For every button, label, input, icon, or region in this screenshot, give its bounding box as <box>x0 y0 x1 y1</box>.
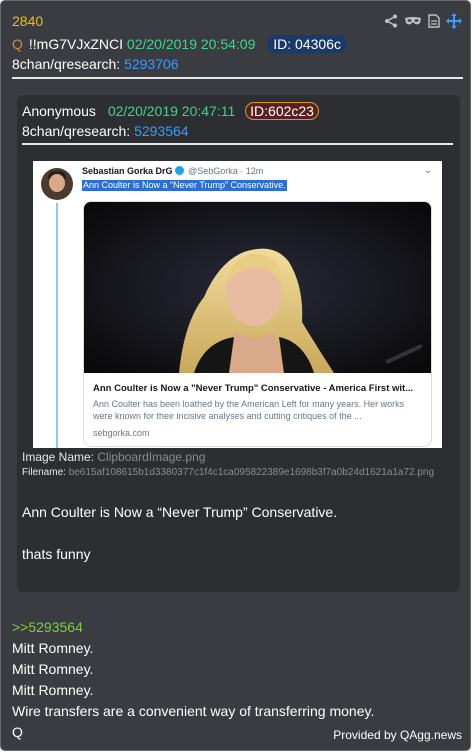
body-line: Mitt Romney. <box>12 661 94 677</box>
card-domain: sebgorka.com <box>93 428 150 438</box>
quoted-author: Anonymous <box>22 103 96 119</box>
file-name: Filename: be615af108615b1d3380377c1f4c1c… <box>22 467 434 478</box>
image-name-value[interactable]: ClipboardImage.png <box>97 450 205 464</box>
card-description: Ann Coulter has been loathed by the Amer… <box>93 399 405 421</box>
post-source: 8chan/qresearch: 5293706 <box>12 56 179 72</box>
quoted-board-name: 8chan/qresearch: <box>22 123 131 139</box>
image-name-label: Image Name: <box>22 450 95 464</box>
provider-credit: Provided by QAgg.news <box>333 728 462 742</box>
tweet-author-name: Sebastian Gorka DrG <box>82 166 173 176</box>
post-meta: Q !!mG7VJxZNCI 02/20/2019 20:54:09 ID: 04… <box>12 35 347 53</box>
filename-value[interactable]: be615af108615b1d3380377c1f4c1ca095822389… <box>69 467 434 478</box>
body-line: Wire transfers are a convenient way of t… <box>12 703 375 719</box>
move-icon[interactable] <box>446 13 462 29</box>
post-toolbar <box>384 13 462 29</box>
card-photo <box>84 202 431 373</box>
body-line: Mitt Romney. <box>12 682 94 698</box>
post-number: 2840 <box>12 13 44 29</box>
body-line: Mitt Romney. <box>12 640 94 656</box>
verified-icon <box>174 166 184 175</box>
quoted-source: 8chan/qresearch: 5293564 <box>22 123 189 139</box>
quoted-divider <box>22 143 453 145</box>
body-line: Q <box>12 724 23 740</box>
q-marker: Q <box>12 36 23 52</box>
card-title: Ann Coulter is Now a "Never Trump" Conse… <box>93 383 414 394</box>
chevron-down-icon: ⌄ <box>423 165 432 176</box>
quoted-post: Anonymous 02/20/2019 20:47:11 ID:602c23 … <box>17 95 460 592</box>
filename-label: Filename: <box>22 467 66 478</box>
post-link[interactable]: 5293706 <box>124 56 179 72</box>
avatar <box>41 168 73 200</box>
mask-icon[interactable] <box>404 14 422 28</box>
tweet-author: Sebastian Gorka DrG @SebGorka · 12m <box>82 166 263 176</box>
board-name: 8chan/qresearch: <box>12 56 121 72</box>
q-post-card: 2840 Q !!mG7VJxZNCI 02/20/2019 20:54:09 I… <box>0 0 471 751</box>
image-name: Image Name: ClipboardImage.png <box>22 450 205 464</box>
post-datetime: 02/20/2019 20:54:09 <box>126 36 256 52</box>
document-icon[interactable] <box>428 14 440 28</box>
tripcode: !!mG7VJxZNCI <box>28 36 124 52</box>
poster-id-badge: ID: 04306c <box>267 35 347 53</box>
tweet-handle: @SebGorka · 12m <box>188 166 264 176</box>
quoted-post-link[interactable]: 5293564 <box>134 123 189 139</box>
thread-line <box>56 203 58 448</box>
quoted-id-badge: ID:602c23 <box>245 102 319 120</box>
tweet-text: Ann Coulter is Now a “Never Trump” Conse… <box>82 180 287 191</box>
quoted-text-line: thats funny <box>22 546 91 562</box>
link-card: Ann Coulter is Now a "Never Trump" Conse… <box>83 201 432 447</box>
tweet-screenshot[interactable]: Sebastian Gorka DrG @SebGorka · 12m ⌄ An… <box>33 161 442 448</box>
quoted-datetime: 02/20/2019 20:47:11 <box>107 103 236 119</box>
header-divider <box>12 77 463 79</box>
reply-link[interactable]: >>5293564 <box>12 619 83 635</box>
share-icon[interactable] <box>384 14 398 28</box>
quoted-post-meta: Anonymous 02/20/2019 20:47:11 ID:602c23 <box>22 102 319 120</box>
quoted-text-line: Ann Coulter is Now a “Never Trump” Conse… <box>22 504 338 520</box>
